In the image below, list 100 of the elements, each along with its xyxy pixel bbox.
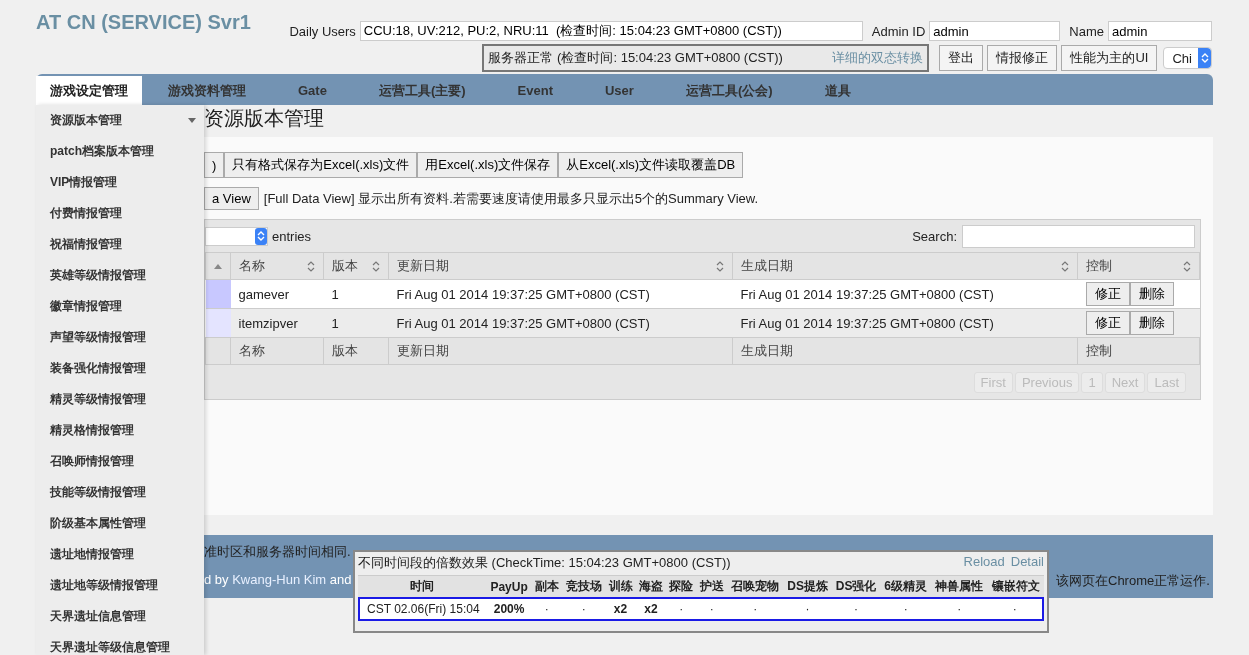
row-action-button[interactable]: 修正: [1085, 311, 1130, 335]
column-header[interactable]: 版本: [323, 252, 389, 280]
tab[interactable]: 游戏设定管理: [36, 76, 142, 105]
select-arrows-icon: [257, 230, 265, 242]
sort-icon: [1061, 260, 1069, 272]
column-header: 时间: [358, 575, 487, 597]
menu-item[interactable]: 英雄等级情报管理: [36, 260, 204, 291]
menu-item[interactable]: 技能等级情报管理: [36, 477, 204, 508]
table-cell: ·: [696, 597, 727, 621]
search-field[interactable]: [962, 224, 1195, 248]
column-header: 神兽属性: [931, 575, 988, 597]
column-header: 召唤宠物: [726, 575, 784, 597]
column-header[interactable]: 名称: [230, 252, 324, 280]
table-cell: Fri Aug 01 2014 19:37:25 GMT+0800 (CST): [388, 308, 733, 338]
table-cell: ·: [831, 597, 881, 621]
app-title: AT CN (SERVICE) Svr1: [36, 11, 251, 35]
sort-ascending-icon: [214, 263, 222, 269]
tab[interactable]: 道具: [798, 76, 877, 105]
file-button[interactable]: 从Excel(.xls)文件读取覆盖DB: [558, 152, 744, 178]
column-footer: 生成日期: [732, 337, 1078, 365]
menu-item[interactable]: 付费情报管理: [36, 198, 204, 229]
header-button[interactable]: 性能为主的UI: [1061, 45, 1158, 71]
credits-text: d by Kwang-Hun Kim and: [204, 572, 352, 587]
column-header: PayUp: [486, 575, 532, 597]
menu-item[interactable]: 精灵等级情报管理: [36, 384, 204, 415]
column-header: 副本: [531, 575, 562, 597]
browser-note: 该网页在Chrome正常运作.: [1056, 572, 1210, 590]
menu-item[interactable]: 阶级基本属性管理: [36, 508, 204, 539]
table-cell: ·: [783, 597, 832, 621]
tab[interactable]: User: [579, 76, 660, 105]
table-cell: ·: [726, 597, 784, 621]
field-label: Name: [1069, 23, 1104, 39]
sort-icon: [716, 260, 724, 272]
column-header[interactable]: 控制: [1077, 252, 1200, 280]
menu-item[interactable]: 遗址地等级情报管理: [36, 570, 204, 601]
table-cell: 200%: [486, 597, 532, 621]
menu-item[interactable]: patch档案版本管理: [36, 136, 204, 167]
column-footer: 控制: [1077, 337, 1200, 365]
menu-item[interactable]: 精灵格情报管理: [36, 415, 204, 446]
menu-item[interactable]: 召唤师情报管理: [36, 446, 204, 477]
name-field[interactable]: admin: [1108, 21, 1212, 41]
tab[interactable]: Gate: [272, 76, 353, 105]
field-label: Daily Users: [289, 23, 356, 39]
file-button[interactable]: ): [204, 152, 225, 178]
table-cell: ·: [931, 597, 988, 621]
table-cell: CST 02.06(Fri) 15:04: [358, 597, 487, 621]
table-cell: gamever: [230, 279, 324, 309]
search-label: Search:: [912, 228, 957, 244]
column-header[interactable]: 更新日期: [388, 252, 733, 280]
table-cell: x2: [635, 597, 667, 621]
header-button[interactable]: 情报修正: [987, 45, 1058, 71]
sort-icon: [307, 260, 315, 272]
menu-item[interactable]: 天界遗址等级信息管理: [36, 632, 204, 655]
column-header[interactable]: [205, 252, 231, 280]
entries-label: entries: [272, 228, 312, 244]
table-cell: Fri Aug 01 2014 19:37:25 GMT+0800 (CST): [732, 279, 1078, 309]
table-cell: ·: [666, 597, 697, 621]
table-cell: itemzipver: [230, 308, 324, 338]
file-button[interactable]: 用Excel(.xls)文件保存: [417, 152, 559, 178]
row-action-button[interactable]: 修正: [1085, 282, 1130, 306]
admin-id-field[interactable]: admin: [929, 21, 1061, 41]
column-header: 海盗: [635, 575, 667, 597]
column-header: 竞技场: [561, 575, 606, 597]
menu-item[interactable]: VIP情报管理: [36, 167, 204, 198]
view-note: [Full Data View] 显示出所有资料.若需要速度请使用最多只显示出5个的Summary View.: [263, 189, 759, 208]
menu-item[interactable]: 天界遗址信息管理: [36, 601, 204, 632]
field-label: Admin ID: [871, 23, 926, 39]
tab[interactable]: 运营工具(公会): [659, 76, 799, 105]
table-cell: 1: [323, 308, 389, 338]
menu-item[interactable]: 装备强化情报管理: [36, 353, 204, 384]
sort-icon: [1183, 260, 1191, 272]
table-cell: 1: [323, 279, 389, 309]
caret-icon: [188, 118, 196, 123]
row-action-button[interactable]: 删除: [1129, 282, 1174, 306]
table-cell: ·: [987, 597, 1044, 621]
file-button[interactable]: 只有格式保存为Excel(.xls)文件: [224, 152, 418, 178]
tab[interactable]: Event: [491, 76, 579, 105]
menu-item[interactable]: 资源版本管理: [36, 105, 204, 136]
column-header: 训练: [605, 575, 636, 597]
status-text: 服务器正常 (检查时间: 15:04:23 GMT+0800 (CST)): [488, 49, 783, 67]
column-footer: 版本: [323, 337, 389, 365]
header-button[interactable]: 登出: [939, 45, 984, 71]
column-header[interactable]: 生成日期: [732, 252, 1078, 280]
table-cell: ·: [531, 597, 562, 621]
menu-item[interactable]: 祝福情报管理: [36, 229, 204, 260]
column-header: 6级精灵: [880, 575, 931, 597]
column-header: 镶嵌符文: [987, 575, 1044, 597]
entries-select[interactable]: [205, 226, 268, 246]
menu-item[interactable]: 徽章情报管理: [36, 291, 204, 322]
view-button[interactable]: a View: [204, 187, 259, 210]
table-cell: ·: [561, 597, 606, 621]
table-cell: ·: [880, 597, 931, 621]
daily-users-field[interactable]: CCU:18, UV:212, PU:2, NRU:11 (检查时间: 15:04:23 GMT+0800 (CST)): [359, 21, 863, 41]
tab[interactable]: 运营工具(主要): [352, 76, 492, 105]
row-action-button[interactable]: 删除: [1129, 311, 1174, 335]
language-select[interactable]: Chi: [1163, 47, 1212, 69]
menu-item[interactable]: 遗址地情报管理: [36, 539, 204, 570]
tab[interactable]: 游戏资料管理: [142, 76, 272, 105]
page-heading: 资源版本管理: [204, 106, 325, 131]
menu-item[interactable]: 声望等级情报管理: [36, 322, 204, 353]
